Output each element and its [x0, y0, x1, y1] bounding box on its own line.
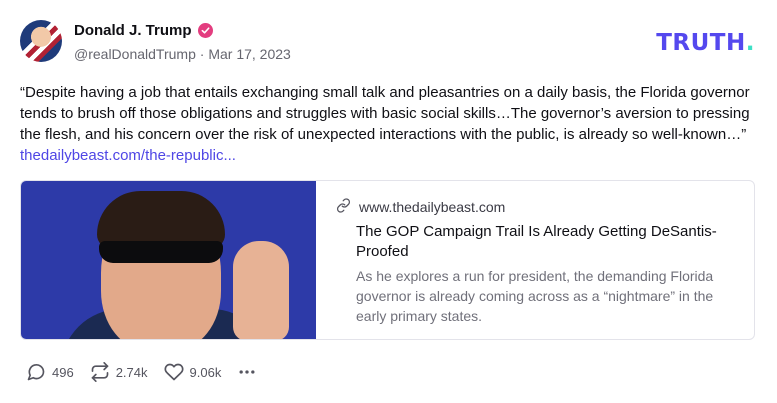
retruth-icon: [90, 362, 110, 382]
reply-icon: [26, 362, 46, 382]
link-icon: [336, 198, 351, 216]
ellipsis-icon: [237, 362, 257, 382]
link-preview-body: www.thedailybeast.com The GOP Campaign T…: [316, 181, 754, 339]
post-link[interactable]: thedailybeast.com/the-republic...: [20, 147, 236, 164]
author-meta: @realDonaldTrump · Mar 17, 2023: [74, 46, 291, 62]
reply-button[interactable]: 496: [26, 362, 74, 382]
card-domain: www.thedailybeast.com: [359, 199, 506, 215]
card-title[interactable]: The GOP Campaign Trail Is Already Gettin…: [356, 222, 736, 262]
heart-icon: [164, 362, 184, 382]
avatar[interactable]: [20, 20, 62, 62]
logo-text: TRUTH: [656, 30, 746, 56]
card-domain-row: www.thedailybeast.com: [336, 198, 505, 216]
post-text: “Despite having a job that entails excha…: [20, 84, 750, 143]
post-date[interactable]: Mar 17, 2023: [208, 46, 291, 62]
meta-separator: ·: [199, 46, 205, 62]
retruth-count: 2.74k: [115, 364, 148, 380]
more-options-button[interactable]: [237, 362, 257, 382]
retruth-button[interactable]: 2.74k: [90, 362, 148, 382]
logo-dot: .: [745, 30, 755, 56]
post-actions: 496 2.74k 9.06k: [26, 362, 273, 382]
reply-count: 496: [52, 364, 74, 380]
truth-logo[interactable]: TRUTH.: [656, 30, 755, 56]
link-preview-image[interactable]: [21, 181, 316, 339]
image-sunglasses-shape: [99, 241, 223, 263]
author-name-row: Donald J. Trump: [74, 22, 213, 39]
link-preview-card[interactable]: www.thedailybeast.com The GOP Campaign T…: [20, 180, 755, 340]
post-body: “Despite having a job that entails excha…: [20, 82, 760, 166]
like-count: 9.06k: [189, 364, 222, 380]
verified-badge-icon: [197, 23, 213, 38]
author-display-name[interactable]: Donald J. Trump: [74, 22, 192, 39]
author-handle[interactable]: @realDonaldTrump: [74, 46, 196, 62]
image-hand-shape: [233, 241, 289, 339]
card-description: As he explores a run for president, the …: [356, 268, 714, 324]
like-button[interactable]: 9.06k: [164, 362, 222, 382]
